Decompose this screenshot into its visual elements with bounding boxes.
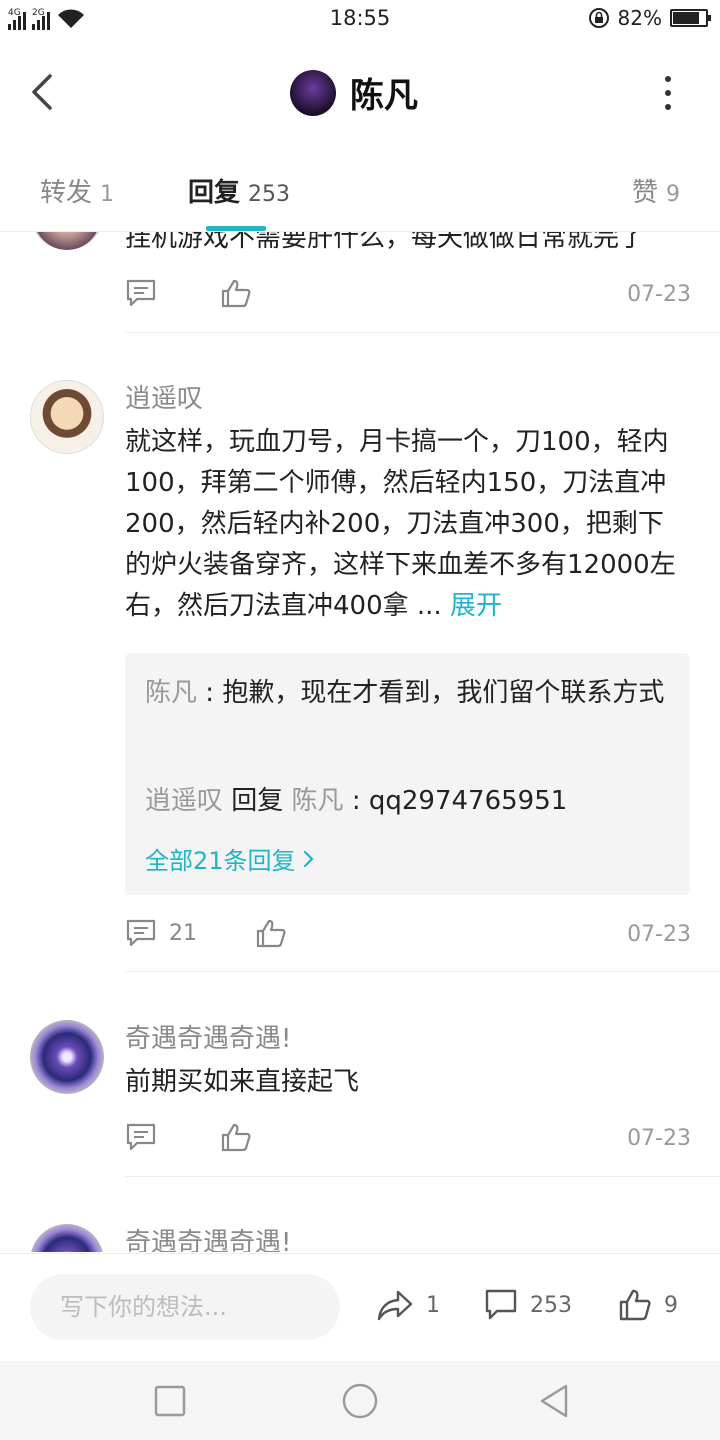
reply-connector: 回复 [223, 786, 292, 816]
reply-separator: : [197, 678, 223, 708]
comment-date: 07-23 [627, 1126, 691, 1151]
home-button[interactable] [340, 1381, 380, 1421]
back-button[interactable] [24, 70, 64, 114]
comment-date: 07-23 [627, 922, 691, 947]
comment-text: 前期买如来直接起飞 [125, 1067, 360, 1097]
recents-button[interactable] [150, 1381, 190, 1421]
tab-count: 9 [666, 182, 680, 207]
user-avatar[interactable] [30, 1020, 104, 1094]
reply-user[interactable]: 陈凡 [145, 678, 197, 708]
all-replies-label: 全部21条回复 [145, 847, 296, 875]
expand-link[interactable]: 展开 [450, 591, 502, 621]
user-avatar[interactable] [30, 232, 104, 250]
rotation-lock-icon [588, 8, 609, 28]
reply-button[interactable]: 21 [125, 918, 197, 948]
comment-username[interactable]: 奇遇奇遇奇遇! [125, 1222, 291, 1252]
tab-bar: 转发 1 回复 253 赞 9 [0, 148, 720, 232]
share-icon [377, 1290, 413, 1321]
reply-button[interactable] [125, 1122, 157, 1152]
share-button[interactable]: 1 [376, 1288, 440, 1322]
comment-date: 07-23 [627, 282, 691, 307]
comment-username[interactable]: 奇遇奇遇奇遇! [125, 1018, 291, 1055]
chevron-right-icon [303, 850, 314, 867]
reply-count: 21 [169, 920, 197, 946]
reply-user[interactable]: 逍遥叹 [145, 786, 223, 816]
system-nav-bar [0, 1361, 720, 1440]
comments-button[interactable]: 253 [484, 1288, 572, 1322]
share-count: 1 [426, 1292, 440, 1318]
all-replies-link[interactable]: 全部21条回复 [145, 841, 316, 876]
comment-icon [485, 1289, 517, 1320]
author-avatar[interactable] [290, 69, 336, 116]
comment-text: 挂机游戏不需要肝什么，每天做做日常就完了 [125, 232, 646, 253]
comment-text-body: 就这样，玩血刀号，月卡搞一个，刀100，轻内100，拜第二个师傅，然后轻内150… [125, 427, 676, 621]
reply-text: 抱歉，现在才看到，我们留个联系方式 [222, 678, 665, 708]
tab-label: 转发 [40, 178, 93, 208]
user-avatar[interactable] [30, 1224, 104, 1252]
square-icon [154, 1385, 186, 1417]
like-button[interactable] [220, 1122, 252, 1152]
thumbs-up-icon [256, 919, 286, 948]
comment-icon [126, 919, 156, 947]
reply-preview-box[interactable]: 陈凡 : 抱歉，现在才看到，我们留个联系方式 逍遥叹 回复 陈凡 : qq297… [125, 653, 690, 895]
page-title: 陈凡 [350, 76, 418, 116]
like-post-button[interactable]: 9 [618, 1288, 678, 1322]
chevron-left-icon [32, 74, 52, 110]
reply-target-user[interactable]: 陈凡 [292, 786, 344, 816]
tab-count: 1 [100, 182, 115, 207]
reply-separator: : [343, 786, 369, 816]
like-count: 9 [664, 1292, 678, 1318]
triangle-back-icon [540, 1384, 568, 1418]
reply-button[interactable] [125, 278, 157, 308]
tab-label: 赞 [631, 178, 658, 208]
comment-input-bar: 1 253 9 [0, 1253, 720, 1361]
comment-icon [126, 279, 156, 307]
header-title-group: 陈凡 [290, 68, 418, 117]
divider [125, 971, 720, 972]
tab-likes[interactable]: 赞 9 [632, 172, 680, 209]
tab-forward[interactable]: 转发 1 [40, 172, 114, 209]
status-right: 82% [588, 6, 711, 30]
tab-count: 253 [248, 182, 291, 207]
comment-count: 253 [530, 1292, 572, 1318]
status-bar: 4G 2G 18:55 82% [0, 0, 720, 38]
comment-actions: 21 07-23 [125, 918, 691, 952]
comment-actions: 07-23 [125, 278, 691, 312]
reply-line: 陈凡 : 抱歉，现在才看到，我们留个联系方式 [145, 671, 675, 715]
comment-actions: 07-23 [125, 1122, 691, 1156]
header: 陈凡 [0, 38, 720, 148]
back-nav-button[interactable] [534, 1381, 574, 1421]
active-tab-indicator [206, 226, 266, 231]
tab-replies[interactable]: 回复 253 [188, 172, 290, 209]
user-avatar[interactable] [30, 380, 104, 454]
like-button[interactable] [220, 278, 252, 308]
more-options-button[interactable] [656, 76, 680, 110]
more-vertical-icon [665, 76, 671, 82]
comment-username[interactable]: 逍遥叹 [125, 378, 203, 415]
comment-text: 就这样，玩血刀号，月卡搞一个，刀100，轻内100，拜第二个师傅，然后轻内150… [125, 422, 685, 627]
reply-line: 逍遥叹 回复 陈凡 : qq2974765951 [145, 779, 675, 823]
thumbs-up-icon [619, 1289, 651, 1321]
battery-percent: 82% [617, 6, 662, 30]
comment-icon [126, 1123, 156, 1151]
reply-text: qq2974765951 [368, 786, 568, 816]
circle-icon [342, 1383, 378, 1419]
divider [125, 1176, 720, 1177]
comment-input[interactable] [30, 1274, 340, 1340]
thumbs-up-icon [221, 279, 251, 308]
tab-label: 回复 [188, 178, 241, 208]
thumbs-up-icon [221, 1123, 251, 1152]
battery-icon [670, 9, 711, 27]
like-button[interactable] [255, 918, 287, 948]
comment-feed[interactable]: 挂机游戏不需要肝什么，每天做做日常就完了 07-23 逍遥叹 就这样，玩血刀号，… [0, 232, 720, 1252]
divider [125, 332, 720, 333]
